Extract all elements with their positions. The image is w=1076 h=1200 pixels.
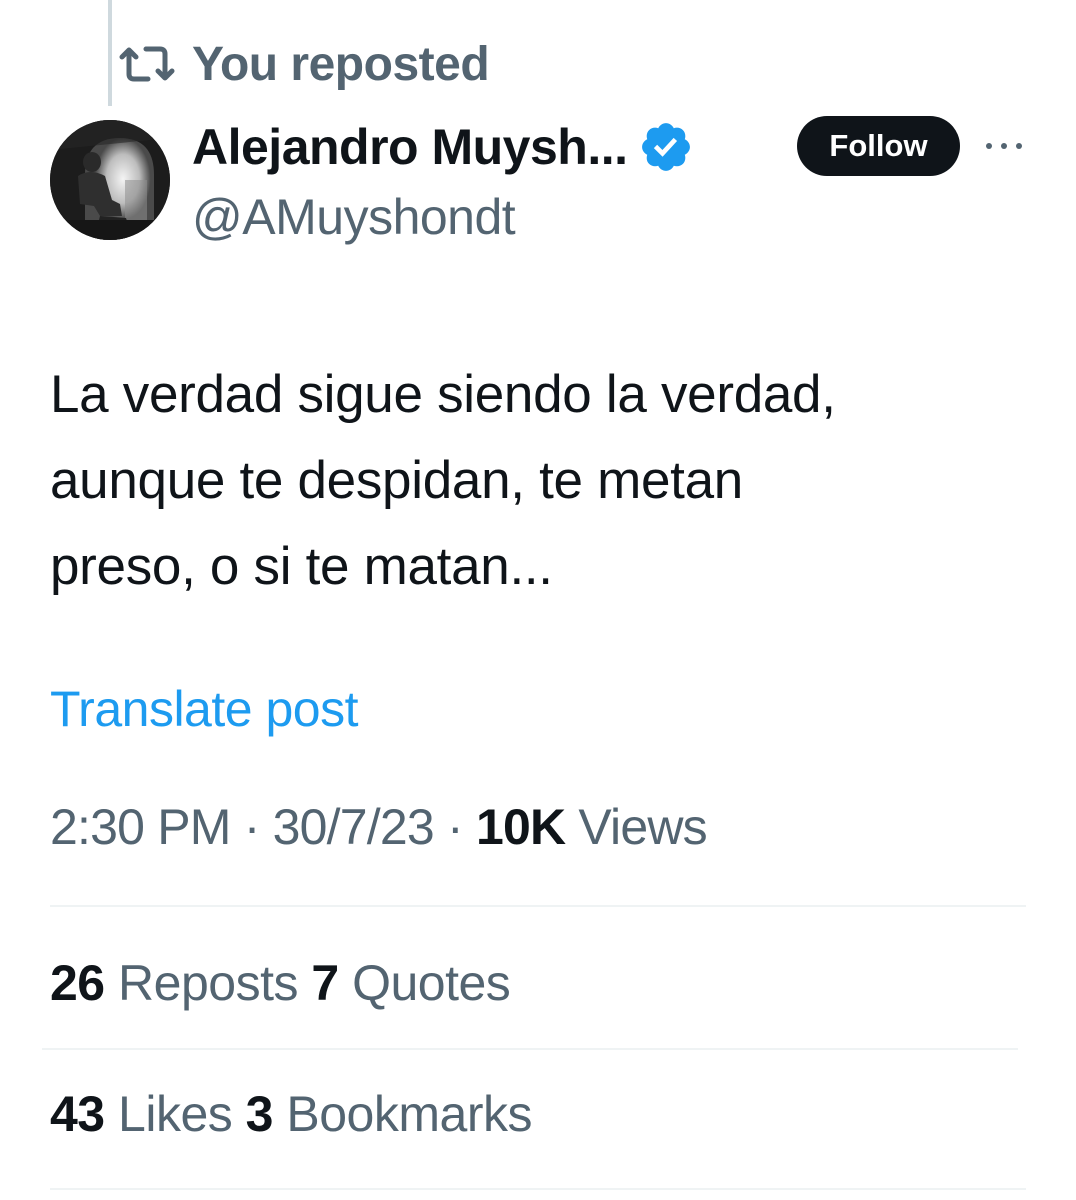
follow-button[interactable]: Follow (797, 116, 960, 176)
meta-separator: · (243, 799, 261, 855)
engagement-stats-row-1: 26 Reposts 7 Quotes (50, 954, 511, 1012)
reposts-stat[interactable]: 26 Reposts (50, 955, 298, 1011)
likes-label: Likes (118, 1086, 233, 1142)
bookmarks-stat[interactable]: 3 Bookmarks (245, 1086, 533, 1142)
tweet-text: La verdad sigue siendo la verdad, aunque… (50, 352, 1040, 610)
bookmarks-label: Bookmarks (286, 1086, 532, 1142)
more-icon[interactable] (986, 134, 1022, 158)
tweet-meta: 2:30 PM · 30/7/23 · 10K Views (50, 798, 708, 856)
quotes-label: Quotes (352, 955, 511, 1011)
engagement-stats-row-2: 43 Likes 3 Bookmarks (50, 1085, 532, 1143)
tweet-text-line: aunque te despidan, te metan (50, 451, 743, 510)
meta-separator: · (446, 799, 464, 855)
divider (42, 1048, 1018, 1050)
more-dot (1001, 143, 1007, 149)
tweet-text-line: preso, o si te matan... (50, 537, 553, 596)
avatar[interactable] (50, 120, 170, 240)
repost-context[interactable]: You reposted (118, 34, 490, 94)
repost-label: You reposted (192, 37, 490, 91)
reposts-label: Reposts (118, 955, 298, 1011)
more-dot (1016, 143, 1022, 149)
author-name-row[interactable]: Alejandro Muysh... (192, 112, 694, 182)
views-label: Views (578, 799, 707, 855)
author-display-name[interactable]: Alejandro Muysh... (192, 118, 628, 176)
tweet-date[interactable]: 30/7/23 (273, 799, 435, 855)
repost-icon (118, 44, 176, 84)
views-count: 10K (475, 799, 566, 855)
likes-count: 43 (50, 1086, 105, 1142)
quotes-count: 7 (311, 955, 339, 1011)
reposts-count: 26 (50, 955, 105, 1011)
divider (50, 1188, 1026, 1190)
verified-badge-icon[interactable] (638, 119, 694, 175)
author-handle[interactable]: @AMuyshondt (192, 188, 516, 246)
tweet-time[interactable]: 2:30 PM (50, 799, 231, 855)
thread-connector-line (108, 0, 112, 106)
likes-stat[interactable]: 43 Likes (50, 1086, 233, 1142)
divider (50, 905, 1026, 907)
quotes-stat[interactable]: 7 Quotes (311, 955, 510, 1011)
bookmarks-count: 3 (245, 1086, 274, 1142)
translate-post-link[interactable]: Translate post (50, 680, 358, 738)
more-dot (986, 143, 992, 149)
tweet-text-line: La verdad sigue siendo la verdad, (50, 365, 836, 424)
